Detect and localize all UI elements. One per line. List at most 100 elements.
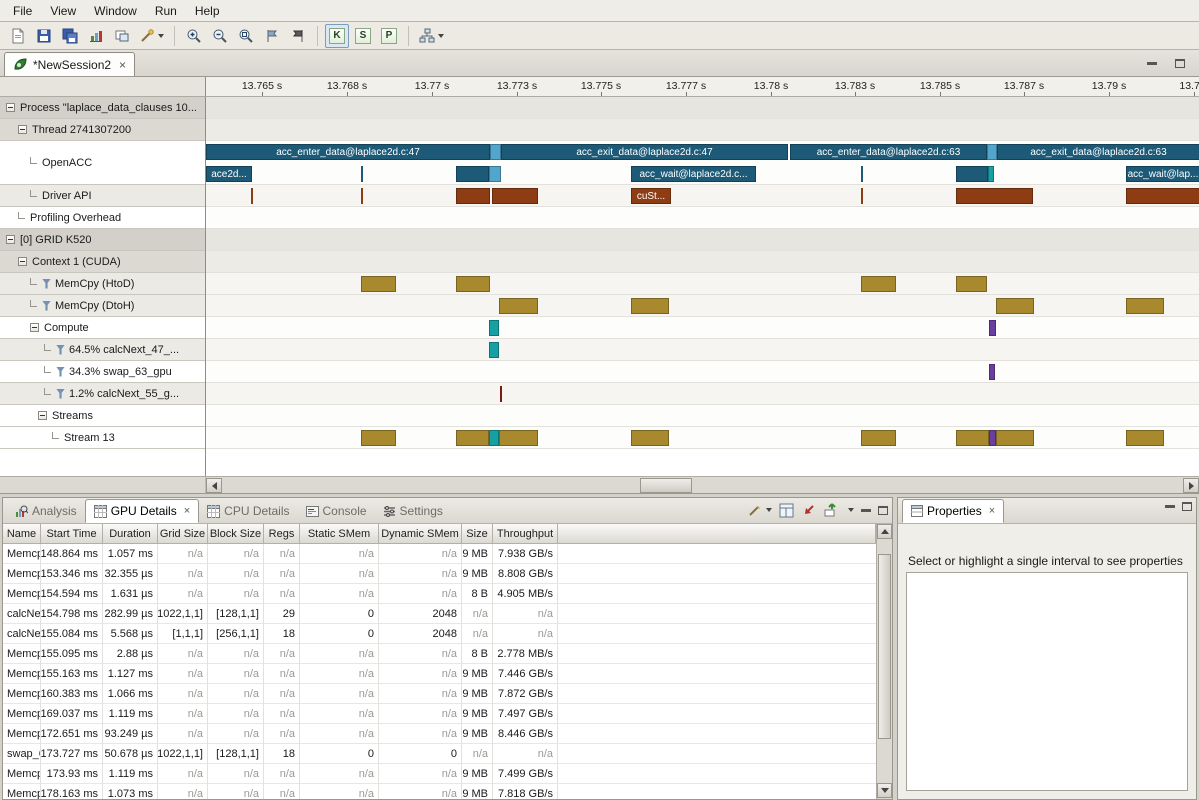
column-header-start-time[interactable]: Start Time [41,524,103,544]
scroll-down-button[interactable] [877,783,892,798]
timeline-bar[interactable] [1126,430,1164,446]
timeline-row-kernel-swap-63[interactable]: 34.3% swap_63_gpu [0,361,205,383]
table-row[interactable]: calcNext154.798 ms282.99 µs[1022,1,1][12… [3,604,876,624]
table-row[interactable]: Memcpy172.651 ms93.249 µsn/an/an/an/an/a… [3,724,876,744]
timeline-bar[interactable] [956,430,989,446]
timeline-row-stream-13[interactable]: Stream 13 [0,427,205,449]
timeline-lane-stream-13[interactable] [206,427,1199,449]
timeline-bar[interactable] [1126,188,1199,204]
tab-settings[interactable]: Settings [375,499,451,523]
run-analysis-button[interactable] [416,24,447,48]
table-row[interactable]: Memcpy169.037 ms1.119 msn/an/an/an/an/a9… [3,704,876,724]
timeline-lane-openacc[interactable]: acc_enter_data@laplace2d.c:47acc_exit_da… [206,141,1199,185]
collapse-toggle-icon[interactable] [38,411,47,420]
column-header-static-smem[interactable]: Static SMem [300,524,379,544]
column-header-block-size[interactable]: Block Size [208,524,264,544]
timeline-row-memcpy-htod[interactable]: MemCpy (HtoD) [0,273,205,295]
scroll-right-button[interactable] [1183,478,1199,493]
timeline-row-process[interactable]: Process "laplace_data_clauses 10... [0,97,205,119]
timeline-lane-driver-api[interactable]: cuSt... [206,185,1199,207]
timeline-bar[interactable] [861,276,896,292]
timeline-bar[interactable] [361,166,363,182]
table-row[interactable]: Memcpy155.095 ms2.88 µsn/an/an/an/an/a8 … [3,644,876,664]
timeline-bar[interactable] [489,342,499,358]
collapse-toggle-icon[interactable] [30,323,39,332]
timeline-lane-memcpy-dtoh[interactable] [206,295,1199,317]
table-row[interactable]: Memcpy155.163 ms1.127 msn/an/an/an/an/a9… [3,664,876,684]
column-header-size[interactable]: Size [462,524,493,544]
new-session-button[interactable] [6,24,30,48]
timeline-bar[interactable] [456,188,490,204]
table-row[interactable]: Memcpy148.864 ms1.057 msn/an/an/an/an/a9… [3,544,876,564]
timeline-row-memcpy-dtoh[interactable]: MemCpy (DtoH) [0,295,205,317]
collapse-toggle-icon[interactable] [18,257,27,266]
close-properties-icon[interactable]: × [989,505,995,517]
timeline-bar[interactable] [251,188,253,204]
minimize-icon[interactable] [1165,505,1175,508]
timeline-row-grid-k520[interactable]: [0] GRID K520 [0,229,205,251]
timeline-bar[interactable] [989,430,996,446]
column-header-name[interactable]: Name [3,524,41,544]
timeline-lane-kernel-calcnext-47[interactable] [206,339,1199,361]
configure-session-button[interactable] [136,24,167,48]
column-header-grid-size[interactable]: Grid Size [158,524,208,544]
save-session-button[interactable] [32,24,56,48]
timeline-row-kernel-calcnext-47[interactable]: 64.5% calcNext_47_... [0,339,205,361]
timeline-bar[interactable] [456,430,489,446]
timeline-bar[interactable] [492,188,538,204]
maximize-icon[interactable] [1171,55,1189,71]
timeline-bar[interactable] [861,188,863,204]
timeline-bar[interactable] [499,298,538,314]
timeline-bar[interactable]: acc_wait@lap... [1126,166,1199,182]
tab-analysis[interactable]: Analysis [7,499,85,523]
menu-file[interactable]: File [4,1,41,21]
timeline-bar[interactable] [361,276,396,292]
timeline-lane-thread[interactable] [206,119,1199,141]
tab-console[interactable]: Console [298,499,375,523]
timeline-bar[interactable] [987,144,997,160]
timeline-bar[interactable] [1126,298,1164,314]
marker-back-button[interactable] [286,24,310,48]
table-row[interactable]: swap_63173.727 ms50.678 µs[1022,1,1][128… [3,744,876,764]
timeline-lane-profiling-overhead[interactable] [206,207,1199,229]
zoom-fit-button[interactable] [234,24,258,48]
timeline-row-kernel-calcnext-55[interactable]: 1.2% calcNext_55_g... [0,383,205,405]
table-row[interactable]: Memcpy173.93 ms1.119 msn/an/an/an/an/a9 … [3,764,876,784]
table-row[interactable]: Memcpy154.594 ms1.631 µsn/an/an/an/an/a8… [3,584,876,604]
timeline-bar[interactable] [996,298,1034,314]
timeline-bar[interactable] [956,166,988,182]
minimize-icon[interactable] [1143,55,1161,71]
hscroll-thumb[interactable] [640,478,692,493]
column-header-dynamic-smem[interactable]: Dynamic SMem [379,524,462,544]
column-header-regs[interactable]: Regs [264,524,300,544]
timeline-row-compute[interactable]: Compute [0,317,205,339]
timeline-lane-memcpy-htod[interactable] [206,273,1199,295]
column-header-duration[interactable]: Duration [103,524,158,544]
timeline-bar[interactable] [456,276,490,292]
timeline-row-context-1[interactable]: Context 1 (CUDA) [0,251,205,273]
menu-view[interactable]: View [41,1,85,21]
timeline-bar[interactable] [499,430,538,446]
timeline-lane-compute[interactable] [206,317,1199,339]
timeline-bar[interactable] [489,430,499,446]
zoom-out-button[interactable] [208,24,232,48]
save-all-button[interactable] [58,24,82,48]
view-menu-icon[interactable] [845,508,854,512]
timeline-ruler[interactable]: 13.765 s13.768 s13.77 s13.773 s13.775 s1… [206,77,1199,97]
kernel-mode-toggle-button[interactable]: K [325,24,349,48]
timeline-bar[interactable]: acc_enter_data@laplace2d.c:63 [790,144,987,160]
timeline-bar[interactable] [861,166,863,182]
timeline-bar[interactable]: cuSt... [631,188,671,204]
timeline-lane-context-1[interactable] [206,251,1199,273]
timeline-bar[interactable] [956,276,987,292]
timeline-bar[interactable] [490,144,501,160]
timeline-lane-kernel-swap-63[interactable] [206,361,1199,383]
timeline-bar[interactable]: ace2d... [206,166,252,182]
edit-columns-icon[interactable] [747,502,772,518]
timeline-row-thread[interactable]: Thread 2741307200 [0,119,205,141]
timeline-hscrollbar[interactable] [0,476,1199,493]
timeline-lane-kernel-calcnext-55[interactable] [206,383,1199,405]
table-row[interactable]: Memcpy153.346 ms32.355 µsn/an/an/an/an/a… [3,564,876,584]
marker-forward-button[interactable] [260,24,284,48]
timeline-row-driver-api[interactable]: Driver API [0,185,205,207]
